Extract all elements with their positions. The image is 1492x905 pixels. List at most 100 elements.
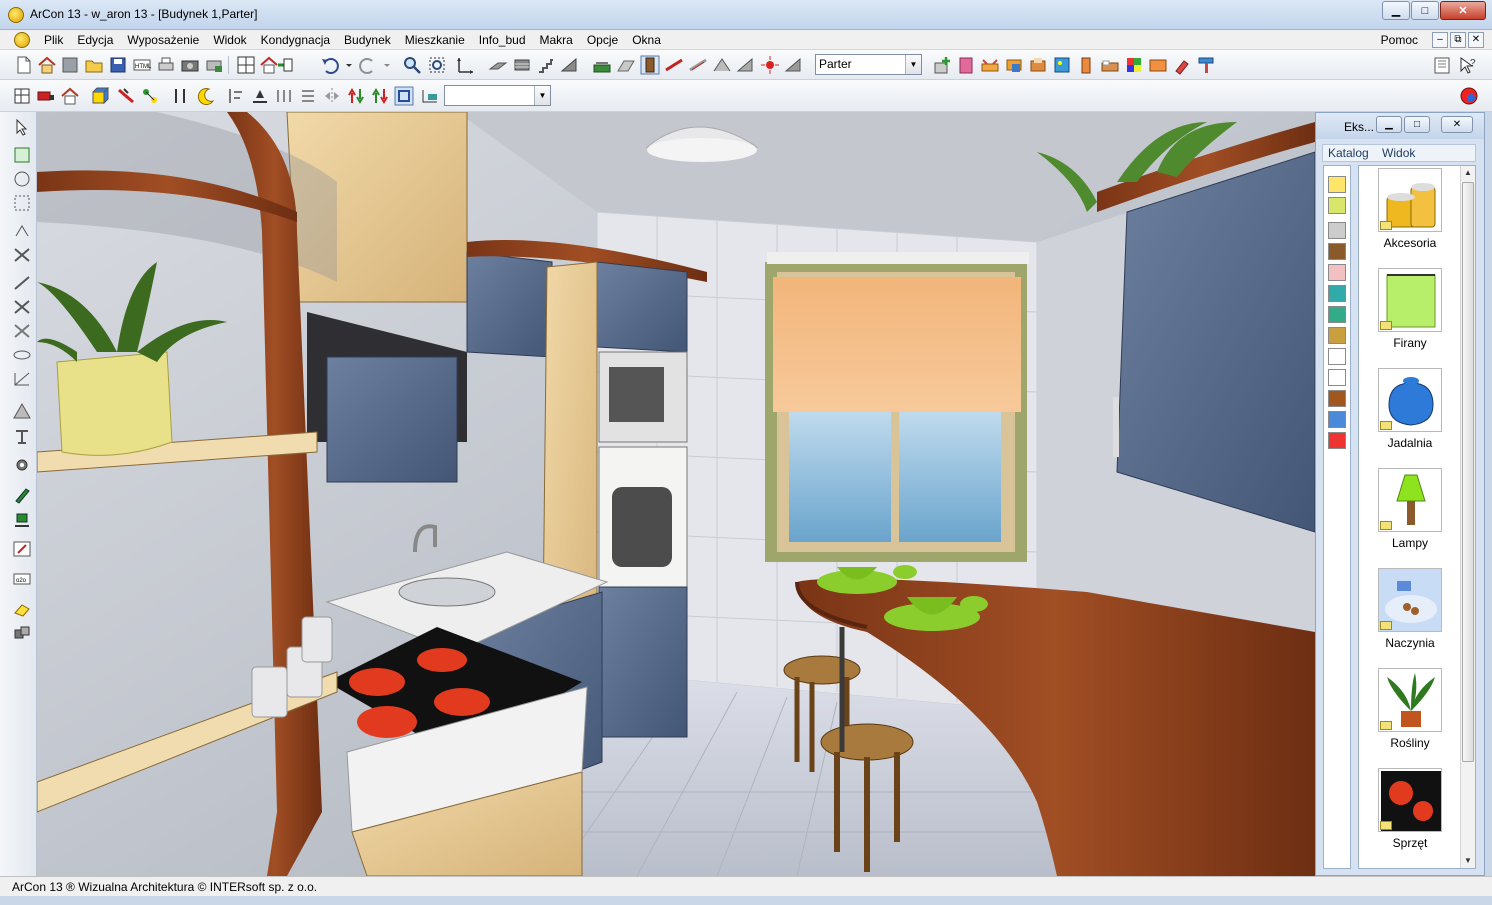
mdi-restore-button[interactable]: ⧉ [1450, 32, 1466, 48]
category-tab-red[interactable] [1328, 432, 1346, 449]
menu-info-bud[interactable]: Info_bud [472, 32, 533, 48]
scrollbar-thumb[interactable] [1462, 182, 1474, 762]
category-tab-patterns[interactable] [1328, 264, 1346, 281]
category-tab-windows[interactable] [1328, 411, 1346, 428]
sofa-icon[interactable] [980, 55, 1000, 75]
add-floor-icon[interactable] [932, 55, 952, 75]
terrain-tool-icon[interactable] [592, 55, 612, 75]
move-down-icon[interactable] [370, 86, 390, 106]
group-icon[interactable] [12, 624, 32, 642]
new-file-icon[interactable] [14, 55, 34, 75]
catalog-close-button[interactable]: ✕ [1441, 116, 1473, 133]
camera-icon[interactable] [180, 55, 200, 75]
truck-icon[interactable] [36, 86, 56, 106]
scale-icon[interactable] [12, 246, 32, 264]
print-icon[interactable] [156, 55, 176, 75]
catalog-item[interactable]: Sprzęt [1367, 768, 1457, 868]
category-tab-tiles[interactable] [1328, 197, 1346, 214]
rotate-icon[interactable] [12, 222, 32, 240]
menu-edycja[interactable]: Edycja [70, 32, 120, 48]
undo-icon[interactable] [320, 55, 354, 75]
fill-tool-icon[interactable] [12, 510, 32, 528]
menu-budynek[interactable]: Budynek [337, 32, 398, 48]
select-poly-icon[interactable] [12, 194, 32, 212]
trim-icon[interactable] [12, 322, 32, 340]
zoom-fit-icon[interactable] [427, 55, 447, 75]
section-tool-icon[interactable] [784, 55, 804, 75]
material-icon[interactable] [1148, 55, 1168, 75]
catalog-book-icon[interactable] [1432, 55, 1452, 75]
home-3d-icon[interactable] [60, 86, 80, 106]
color-palette-icon[interactable] [1124, 55, 1144, 75]
maximize-button[interactable]: □ [1411, 1, 1439, 20]
close-button[interactable]: ✕ [1440, 1, 1486, 20]
slope-tool-icon[interactable] [736, 55, 756, 75]
floor-plan-icon[interactable] [236, 55, 256, 75]
document-icon[interactable] [14, 32, 30, 48]
scroll-up-icon[interactable]: ▲ [1462, 166, 1474, 180]
menu-wyposazenie[interactable]: Wyposażenie [120, 32, 206, 48]
category-tab-materials[interactable] [1328, 327, 1346, 344]
menu-pomoc[interactable]: Pomoc [1381, 31, 1418, 49]
menu-widok[interactable]: Widok [206, 32, 253, 48]
category-tab-walls[interactable] [1328, 222, 1346, 239]
html-export-icon[interactable]: HTML [132, 55, 152, 75]
wall-tool-icon[interactable] [488, 55, 508, 75]
zoom-icon[interactable] [402, 55, 422, 75]
category-tab-accessories[interactable] [1328, 176, 1346, 193]
dimension-icon[interactable] [456, 55, 476, 75]
floor-tool-icon[interactable] [616, 55, 636, 75]
align-bottom-icon[interactable] [250, 86, 270, 106]
print-preview-icon[interactable] [204, 55, 224, 75]
menu-mieszkanie[interactable]: Mieszkanie [398, 32, 472, 48]
menu-okna[interactable]: Okna [625, 32, 668, 48]
text-tool-icon[interactable] [12, 428, 32, 446]
select-rect-icon[interactable] [12, 146, 32, 164]
category-tab-terrain[interactable] [1328, 306, 1346, 323]
mdi-minimize-button[interactable]: – [1432, 32, 1448, 48]
bed-icon[interactable] [1100, 55, 1120, 75]
3d-viewport[interactable] [37, 112, 1315, 876]
light-source-icon[interactable] [760, 55, 780, 75]
floor-select[interactable]: Parter ▼ [815, 54, 922, 75]
distribute-icon[interactable] [274, 86, 294, 106]
catalog-item[interactable]: Firany [1367, 268, 1457, 368]
mdi-close-button[interactable]: ✕ [1468, 32, 1484, 48]
pointer-icon[interactable] [12, 118, 32, 136]
moon-icon[interactable] [196, 86, 216, 106]
menu-opcje[interactable]: Opcje [580, 32, 625, 48]
chevron-down-icon[interactable]: ▼ [905, 55, 921, 74]
brush-tool-icon[interactable] [12, 540, 32, 558]
cut-icon[interactable] [12, 298, 32, 316]
category-tab-o2c[interactable] [1328, 369, 1346, 386]
redo-icon[interactable] [358, 55, 392, 75]
red-tools-icon[interactable] [116, 86, 136, 106]
hatch-tool-icon[interactable] [512, 55, 532, 75]
pyramid-icon[interactable] [12, 402, 32, 420]
app-icon[interactable] [8, 7, 24, 23]
help-cursor-icon[interactable]: ? [1458, 55, 1478, 75]
table-icon[interactable] [1004, 55, 1024, 75]
catalog-scrollbar[interactable]: ▲ ▼ [1460, 166, 1475, 868]
menu-plik[interactable]: Plik [37, 32, 70, 48]
distribute-vertical-icon[interactable] [298, 86, 318, 106]
beam-tool-icon[interactable] [688, 55, 708, 75]
align-left-icon[interactable] [226, 86, 246, 106]
design-mode-icon[interactable] [259, 55, 293, 75]
catalog-minimize-button[interactable]: ▁ [1376, 116, 1402, 133]
catalog-item[interactable]: Jadalnia [1367, 368, 1457, 468]
view-select[interactable]: ▼ [444, 85, 551, 106]
catalog-item[interactable]: Lampy [1367, 468, 1457, 568]
minimize-button[interactable]: ▁ [1382, 1, 1410, 20]
render-sphere-icon[interactable] [1459, 86, 1479, 106]
category-tab-textures[interactable] [1328, 285, 1346, 302]
pen-tool-icon[interactable] [12, 486, 32, 504]
menu-makra[interactable]: Makra [533, 32, 580, 48]
ellipse-icon[interactable] [12, 346, 32, 364]
catalog-maximize-button[interactable]: □ [1404, 116, 1430, 133]
category-tab-doors[interactable] [1328, 243, 1346, 260]
pipe-tool-icon[interactable] [664, 55, 684, 75]
grid-icon[interactable] [12, 86, 32, 106]
catalog-item[interactable]: Naczynia [1367, 568, 1457, 668]
camera-path-icon[interactable] [420, 86, 440, 106]
